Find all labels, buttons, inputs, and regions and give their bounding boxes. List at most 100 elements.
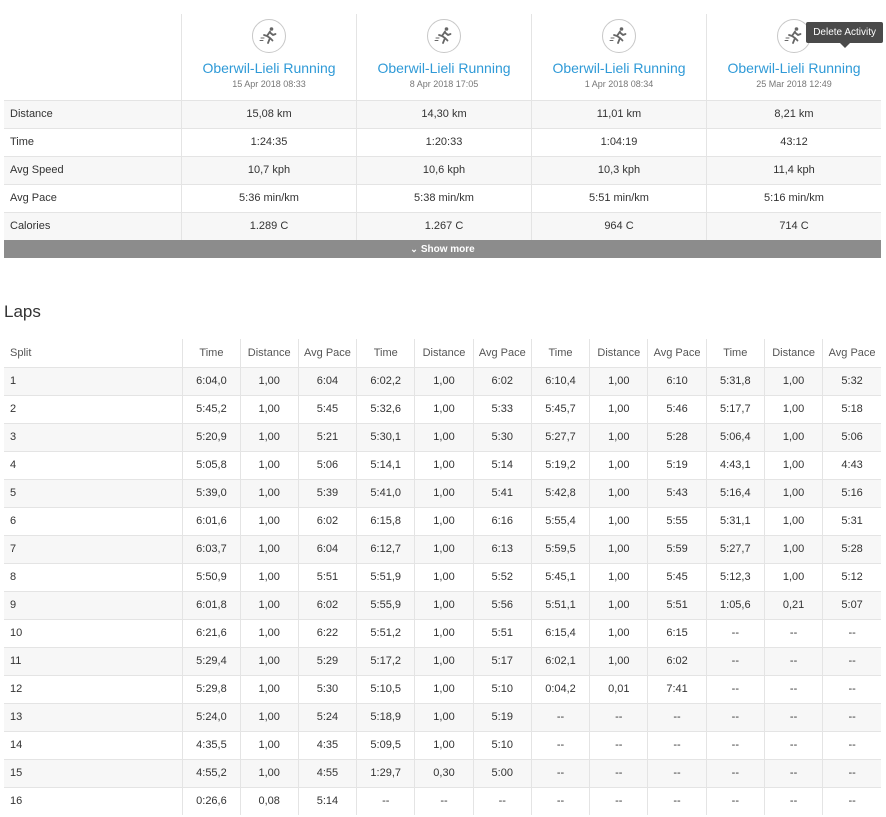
metric-value: 8,21 km	[706, 101, 881, 128]
lap-cell: 1,00	[239, 366, 299, 395]
lap-cell: 5:51	[647, 590, 707, 619]
lap-cell: 5:45,2	[182, 394, 241, 423]
lap-cell: 5:18,9	[356, 702, 415, 731]
lap-cell: 5:05,8	[182, 450, 241, 479]
lap-cell: --	[589, 786, 648, 815]
lap-cell: --	[530, 786, 590, 815]
lap-cell: --	[763, 758, 823, 787]
lap-cell: 5:52	[472, 562, 532, 591]
lap-cell: 4:55	[297, 758, 357, 787]
lap-cell: 5:06	[297, 450, 357, 479]
lap-cell: --	[589, 758, 648, 787]
lap-row: 15 4:55,2 1,00 4:55 1:29,7 0,30 5:00 -- -- -- -- --…	[4, 758, 881, 787]
lap-cell: 1,00	[414, 534, 474, 563]
activity-title-link[interactable]: Oberwil-Lieli Running	[182, 60, 356, 76]
metric-value: 1:20:33	[356, 129, 531, 156]
lap-cell: --	[705, 730, 765, 759]
lap-cell: 5:19	[647, 450, 707, 479]
lap-cell: 1,00	[763, 562, 823, 591]
lap-cell: 1:05,6	[705, 590, 765, 619]
lap-cell: 5:10,5	[356, 674, 415, 703]
lap-cell: --	[822, 786, 881, 815]
lap-cell: 5:21	[297, 422, 357, 451]
lap-cell: 5:33	[472, 394, 532, 423]
lap-cell: 1,00	[414, 590, 474, 619]
lap-cell: 1,00	[414, 478, 474, 507]
lap-cell: 1,00	[414, 394, 474, 423]
lap-cell: 6:15,8	[356, 506, 415, 535]
lap-cell: 5:29,4	[182, 646, 241, 675]
lap-cell: 5:45	[297, 394, 357, 423]
lap-cell: 1,00	[239, 394, 299, 423]
lap-cell: 5:43	[647, 478, 707, 507]
lap-cell: --	[530, 758, 590, 787]
split-number: 11	[4, 646, 183, 675]
split-number: 9	[4, 590, 183, 619]
lap-cell: 1,00	[414, 422, 474, 451]
summary-row: Time 1:24:35 1:20:33 1:04:19 43:12	[4, 128, 881, 156]
activity-date: 1 Apr 2018 08:34	[584, 79, 654, 89]
lap-cell: 1,00	[239, 534, 299, 563]
lap-cell: 0,08	[239, 786, 299, 815]
lap-cell: 1:29,7	[356, 758, 415, 787]
metric-value: 714 C	[706, 213, 881, 240]
lap-cell: 5:45,1	[530, 562, 590, 591]
lap-cell: 5:31,1	[705, 506, 765, 535]
lap-cell: 1,00	[763, 534, 823, 563]
show-more-button[interactable]: ⌄ Show more	[4, 240, 881, 258]
lap-cell: 6:02	[297, 590, 357, 619]
lap-cell: 5:39,0	[182, 478, 241, 507]
lap-column-header: Avg Pace	[822, 339, 881, 367]
lap-cell: 6:02	[297, 506, 357, 535]
lap-cell: 1,00	[239, 758, 299, 787]
metric-value: 11,01 km	[531, 101, 706, 128]
lap-cell: 5:51	[297, 562, 357, 591]
lap-cell: --	[822, 674, 881, 703]
lap-cell: 5:12	[822, 562, 881, 591]
lap-cell: 5:42,8	[530, 478, 590, 507]
split-number: 1	[4, 366, 183, 395]
lap-cell: --	[705, 618, 765, 647]
lap-column-header: Time	[705, 339, 765, 367]
lap-cell: 4:35,5	[182, 730, 241, 759]
activity-header-row: Oberwil-Lieli Running 15 Apr 2018 08:33 Ob…	[4, 14, 883, 100]
lap-cell: 5:06	[822, 422, 881, 451]
lap-cell: 5:59,5	[530, 534, 590, 563]
activity-title-link[interactable]: Oberwil-Lieli Running	[707, 60, 881, 76]
lap-cell: --	[472, 786, 532, 815]
lap-row: 9 6:01,8 1,00 6:02 5:55,9 1,00 5:56 5:51,1 1,00 5…	[4, 590, 881, 619]
activity-date: 8 Apr 2018 17:05	[409, 79, 479, 89]
lap-cell: 6:02	[472, 366, 532, 395]
lap-cell: 1,00	[239, 730, 299, 759]
summary-row: Avg Speed 10,7 kph 10,6 kph 10,3 kph 11,4 kp…	[4, 156, 881, 184]
lap-cell: 5:30	[297, 674, 357, 703]
lap-cell: 5:31	[822, 506, 881, 535]
lap-cell: 1,00	[414, 702, 474, 731]
lap-cell: 6:15	[647, 618, 707, 647]
lap-cell: 5:18	[822, 394, 881, 423]
lap-cell: 0,21	[763, 590, 823, 619]
lap-cell: 5:17	[472, 646, 532, 675]
lap-cell: 5:55	[647, 506, 707, 535]
metric-value: 5:38 min/km	[356, 185, 531, 212]
lap-cell: 5:28	[822, 534, 881, 563]
lap-column-header: Distance	[763, 339, 823, 367]
lap-row: 12 5:29,8 1,00 5:30 5:10,5 1,00 5:10 0:04,2 0,01…	[4, 674, 881, 703]
lap-cell: 5:27,7	[705, 534, 765, 563]
lap-cell: 1,00	[239, 702, 299, 731]
activity-title-link[interactable]: Oberwil-Lieli Running	[532, 60, 706, 76]
activity-title-link[interactable]: Oberwil-Lieli Running	[357, 60, 531, 76]
lap-cell: 1,00	[763, 478, 823, 507]
split-number: 13	[4, 702, 183, 731]
lap-cell: 5:29,8	[182, 674, 241, 703]
lap-cell: 5:56	[472, 590, 532, 619]
lap-column-header: Avg Pace	[472, 339, 532, 367]
lap-cell: 4:43,1	[705, 450, 765, 479]
lap-cell: --	[822, 758, 881, 787]
lap-row: 5 5:39,0 1,00 5:39 5:41,0 1,00 5:41 5:42,8 1,00 5…	[4, 478, 881, 507]
lap-cell: 5:00	[472, 758, 532, 787]
lap-row: 14 4:35,5 1,00 4:35 5:09,5 1,00 5:10 -- -- -- -- --…	[4, 730, 881, 759]
lap-cell: 5:51,9	[356, 562, 415, 591]
lap-cell: --	[822, 702, 881, 731]
lap-cell: 5:45,7	[530, 394, 590, 423]
